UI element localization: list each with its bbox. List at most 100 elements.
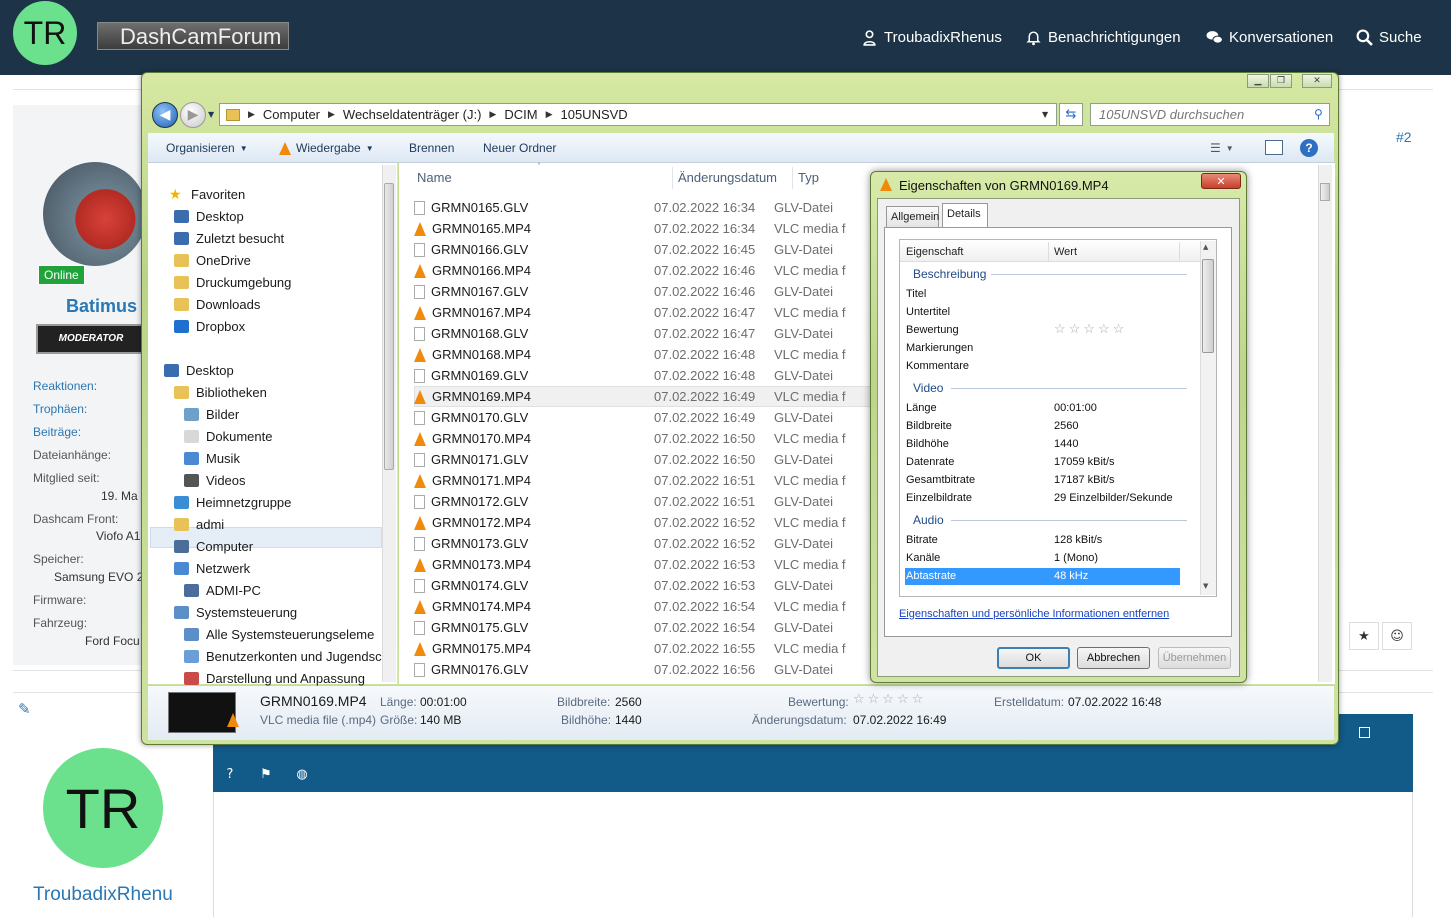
- nav-item[interactable]: Bibliotheken: [174, 382, 267, 402]
- file-row[interactable]: GRMN0167.MP4 07.02.2022 16:47 VLC media f: [414, 302, 874, 323]
- nav-item[interactable]: Zuletzt besucht: [174, 228, 284, 248]
- scroll-up-icon[interactable]: ▲: [1203, 243, 1208, 251]
- breadcrumb-item[interactable]: Computer: [263, 107, 320, 122]
- nav-scrollbar-thumb[interactable]: [384, 183, 394, 470]
- react-button[interactable]: ☺: [1382, 622, 1412, 650]
- site-logo[interactable]: DashCamForum: [97, 22, 289, 50]
- property-name[interactable]: Bildhöhe: [906, 438, 949, 450]
- header-avatar[interactable]: TR: [13, 1, 77, 65]
- nav-item[interactable]: admi: [174, 514, 224, 534]
- nav-item[interactable]: Systemsteuerung: [174, 602, 297, 622]
- file-row[interactable]: GRMN0174.MP4 07.02.2022 16:54 VLC media f: [414, 596, 874, 617]
- file-row[interactable]: GRMN0172.GLV 07.02.2022 16:51 GLV-Datei: [414, 491, 874, 512]
- nav-item[interactable]: Downloads: [174, 294, 260, 314]
- file-row[interactable]: GRMN0170.MP4 07.02.2022 16:50 VLC media f: [414, 428, 874, 449]
- file-row[interactable]: GRMN0166.MP4 07.02.2022 16:46 VLC media f: [414, 260, 874, 281]
- file-row[interactable]: GRMN0169.GLV 07.02.2022 16:48 GLV-Datei: [414, 365, 874, 386]
- property-name[interactable]: Kanäle: [906, 552, 940, 564]
- minimize-button[interactable]: ▁: [1247, 74, 1269, 88]
- rating-stars-icon[interactable]: ☆☆☆☆☆: [853, 692, 926, 707]
- restore-button[interactable]: ❐: [1270, 74, 1292, 88]
- apply-button[interactable]: Übernehmen: [1158, 647, 1231, 669]
- breadcrumb-item[interactable]: DCIM: [504, 107, 537, 122]
- property-name[interactable]: Datenrate: [906, 456, 954, 468]
- address-bar[interactable]: ▶ Computer ▶ Wechseldatenträger (J:) ▶ D…: [219, 103, 1057, 126]
- file-row[interactable]: GRMN0174.GLV 07.02.2022 16:53 GLV-Datei: [414, 575, 874, 596]
- file-row[interactable]: GRMN0175.MP4 07.02.2022 16:55 VLC media f: [414, 638, 874, 659]
- new-folder-button[interactable]: Neuer Ordner: [483, 141, 556, 155]
- file-row[interactable]: GRMN0173.MP4 07.02.2022 16:53 VLC media f: [414, 554, 874, 575]
- file-row[interactable]: GRMN0165.GLV 07.02.2022 16:34 GLV-Datei: [414, 197, 874, 218]
- property-name[interactable]: Bewertung: [906, 324, 959, 336]
- property-name[interactable]: Bildbreite: [906, 420, 952, 432]
- help-icon[interactable]: ?: [1300, 139, 1318, 157]
- property-value[interactable]: 17059 kBit/s: [1054, 456, 1115, 468]
- nav-item[interactable]: Desktop: [164, 360, 234, 380]
- property-value[interactable]: 128 kBit/s: [1054, 534, 1102, 546]
- file-row[interactable]: GRMN0173.GLV 07.02.2022 16:52 GLV-Datei: [414, 533, 874, 554]
- property-name[interactable]: Bitrate: [906, 534, 938, 546]
- flag-icon[interactable]: ⚑: [258, 766, 274, 782]
- nav-conversations[interactable]: Konversationen: [1206, 29, 1333, 46]
- property-value[interactable]: 1 (Mono): [1054, 552, 1098, 564]
- burn-button[interactable]: Brennen: [409, 141, 454, 155]
- scroll-down-icon[interactable]: ▼: [1203, 582, 1208, 590]
- property-name[interactable]: Einzelbildrate: [906, 492, 972, 504]
- nav-user[interactable]: TroubadixRhenus: [861, 29, 1002, 46]
- nav-search[interactable]: Suche: [1356, 29, 1422, 46]
- refresh-button[interactable]: ⇆: [1059, 103, 1083, 126]
- property-value[interactable]: 1440: [1054, 438, 1078, 450]
- stat-label[interactable]: Beiträge:: [33, 425, 81, 439]
- property-name[interactable]: Titel: [906, 288, 926, 300]
- nav-item[interactable]: Heimnetzgruppe: [174, 492, 291, 512]
- post-number-link[interactable]: #2: [1396, 129, 1412, 145]
- preview-pane-icon[interactable]: [1265, 140, 1283, 155]
- property-name[interactable]: Gesamtbitrate: [906, 474, 975, 486]
- file-row[interactable]: GRMN0165.MP4 07.02.2022 16:34 VLC media f: [414, 218, 874, 239]
- file-row[interactable]: GRMN0166.GLV 07.02.2022 16:45 GLV-Datei: [414, 239, 874, 260]
- search-input[interactable]: 105UNSVD durchsuchen: [1090, 103, 1330, 126]
- column-header-type[interactable]: Typ: [798, 170, 819, 185]
- nav-item[interactable]: Darstellung und Anpassung: [184, 668, 365, 688]
- property-name[interactable]: Markierungen: [906, 342, 973, 354]
- property-value[interactable]: 00:01:00: [1054, 402, 1097, 414]
- file-row[interactable]: GRMN0172.MP4 07.02.2022 16:52 VLC media f: [414, 512, 874, 533]
- nav-item[interactable]: OneDrive: [174, 250, 251, 270]
- play-menu[interactable]: Wiedergabe ▼: [279, 141, 374, 155]
- edit-icon[interactable]: ✎: [18, 700, 31, 718]
- tab-details[interactable]: Details: [942, 203, 988, 228]
- property-name[interactable]: Kommentare: [906, 360, 969, 372]
- forward-button[interactable]: ▶: [180, 102, 206, 128]
- column-header-property[interactable]: Eigenschaft: [906, 246, 963, 258]
- rating-stars-icon[interactable]: ☆☆☆☆☆: [1054, 321, 1127, 337]
- column-header-date[interactable]: Änderungsdatum: [678, 170, 777, 185]
- nav-notifications[interactable]: Benachrichtigungen: [1025, 29, 1181, 46]
- breadcrumb-item[interactable]: 105UNSVD: [560, 107, 627, 122]
- file-row[interactable]: GRMN0168.GLV 07.02.2022 16:47 GLV-Datei: [414, 323, 874, 344]
- breadcrumb-item[interactable]: Wechseldatenträger (J:): [343, 107, 482, 122]
- back-button[interactable]: ◀: [152, 102, 178, 128]
- property-value[interactable]: 29 Einzelbilder/Sekunde: [1054, 492, 1173, 504]
- reply-username[interactable]: TroubadixRhenus: [33, 884, 173, 906]
- nav-item[interactable]: Bilder: [184, 404, 239, 424]
- nav-item[interactable]: Dokumente: [184, 426, 272, 446]
- dialog-close-button[interactable]: ✕: [1201, 173, 1241, 189]
- nav-item[interactable]: Netzwerk: [174, 558, 250, 578]
- nav-item[interactable]: Musik: [184, 448, 240, 468]
- globe-icon[interactable]: ◍: [294, 766, 310, 782]
- file-row[interactable]: GRMN0168.MP4 07.02.2022 16:48 VLC media f: [414, 344, 874, 365]
- nav-item[interactable]: Desktop: [174, 206, 244, 226]
- editor-toggle-checkbox[interactable]: [1359, 727, 1370, 738]
- file-row[interactable]: GRMN0169.MP4 07.02.2022 16:49 VLC media f: [414, 386, 874, 407]
- file-row[interactable]: GRMN0176.GLV 07.02.2022 16:56 GLV-Datei: [414, 659, 874, 680]
- view-options-button[interactable]: ☰ ▼: [1210, 141, 1234, 155]
- nav-item[interactable]: Dropbox: [174, 316, 245, 336]
- property-name[interactable]: Abtastrate: [906, 570, 956, 582]
- nav-item[interactable]: Benutzerkonten und Jugendsc: [184, 646, 382, 666]
- tab-allgemein[interactable]: Allgemein: [886, 206, 939, 228]
- remove-properties-link[interactable]: Eigenschaften und persönliche Informatio…: [899, 608, 1169, 620]
- property-value[interactable]: 48 kHz: [1054, 570, 1088, 582]
- file-row[interactable]: GRMN0171.GLV 07.02.2022 16:50 GLV-Datei: [414, 449, 874, 470]
- history-dropdown-icon[interactable]: ▼: [208, 110, 214, 119]
- file-row[interactable]: GRMN0170.GLV 07.02.2022 16:49 GLV-Datei: [414, 407, 874, 428]
